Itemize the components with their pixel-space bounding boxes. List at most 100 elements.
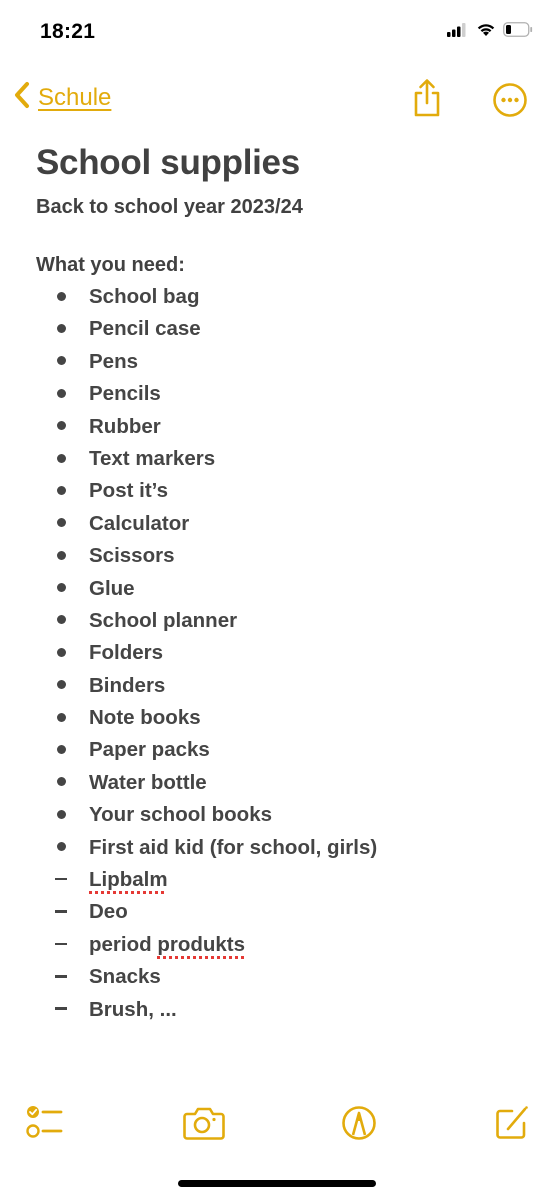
status-time: 18:21 <box>40 20 96 43</box>
list-item-text: Binders <box>89 673 166 697</box>
status-bar: 18:21 <box>0 0 555 66</box>
ellipsis-circle-icon <box>492 83 528 122</box>
bullet-marker-icon <box>54 411 68 443</box>
list-item-text: Snacks <box>89 965 161 989</box>
cellular-signal-icon <box>447 22 469 42</box>
list-item-text: period produkts <box>89 932 246 956</box>
list-item[interactable]: Water bottle <box>36 767 536 799</box>
bullet-marker-icon <box>54 443 68 475</box>
list-item-text: Post it’s <box>89 479 168 503</box>
list-item-text: School planner <box>89 608 238 632</box>
bullet-marker-icon <box>54 346 68 378</box>
list-item[interactable]: Binders <box>36 670 536 702</box>
list-item[interactable]: Note books <box>36 702 536 734</box>
list-item[interactable]: Deo <box>36 896 536 928</box>
bullet-marker-icon <box>54 540 68 572</box>
list-item[interactable]: Folders <box>36 637 536 669</box>
bullet-marker-icon <box>54 313 68 345</box>
camera-icon <box>182 1107 226 1146</box>
bullet-marker-icon <box>54 832 68 864</box>
note-subtitle: Back to school year 2023/24 <box>36 196 303 218</box>
bullet-marker-icon <box>54 734 68 766</box>
list-item[interactable]: Post it’s <box>36 475 536 507</box>
list-item[interactable]: Pencils <box>36 378 536 410</box>
list-item-text: Scissors <box>89 544 175 568</box>
bullet-marker-icon <box>54 702 68 734</box>
dash-marker-icon <box>54 994 68 1026</box>
supplies-list: School bag Pencil case Pens Pencils Rubber Te… <box>36 281 536 1026</box>
list-item-text: Glue <box>89 576 135 600</box>
markup-button[interactable] <box>340 1104 378 1147</box>
note-body[interactable]: School supplies Back to school year 2023… <box>36 140 536 1026</box>
list-item-text: Pencil case <box>89 317 201 341</box>
list-item-text: First aid kid (for school, girls) <box>89 835 378 859</box>
list-item[interactable]: Paper packs <box>36 734 536 766</box>
wifi-icon <box>476 22 496 42</box>
list-item[interactable]: period produkts <box>36 929 536 961</box>
list-item-text: Deo <box>89 900 128 924</box>
list-item[interactable]: School planner <box>36 605 536 637</box>
nav-bar: Schule <box>0 70 555 126</box>
list-item[interactable]: Scissors <box>36 540 536 572</box>
checklist-icon <box>24 1106 66 1146</box>
list-item[interactable]: School bag <box>36 281 536 313</box>
list-item[interactable]: Pencil case <box>36 313 536 345</box>
dash-marker-icon <box>54 896 68 928</box>
note-title: School supplies <box>36 143 300 182</box>
bullet-marker-icon <box>54 670 68 702</box>
list-item[interactable]: First aid kid (for school, girls) <box>36 832 536 864</box>
back-label: Schule <box>38 83 112 111</box>
list-item-text: Pencils <box>89 382 161 406</box>
share-icon <box>410 79 444 122</box>
compose-icon <box>494 1106 530 1146</box>
list-item[interactable]: Your school books <box>36 799 536 831</box>
list-item-text: Calculator <box>89 511 190 535</box>
bullet-marker-icon <box>54 573 68 605</box>
bullet-marker-icon <box>54 378 68 410</box>
list-item-text: Brush, ... <box>89 997 177 1021</box>
home-indicator[interactable] <box>178 1180 376 1187</box>
list-item-text: Rubber <box>89 414 161 438</box>
list-item-text: Lipbalm <box>89 868 168 891</box>
list-item-text: Folders <box>89 641 164 665</box>
chevron-left-icon <box>12 80 32 115</box>
bottom-toolbar <box>0 1100 555 1150</box>
list-item-text: Note books <box>89 706 201 730</box>
section-heading: What you need: <box>36 254 185 276</box>
list-item[interactable]: Pens <box>36 346 536 378</box>
list-item[interactable]: Snacks <box>36 961 536 993</box>
list-item[interactable]: Rubber <box>36 411 536 443</box>
markup-pen-icon <box>340 1106 378 1146</box>
misspelled-word[interactable]: produkts <box>157 933 245 956</box>
bullet-marker-icon <box>54 281 68 313</box>
list-item-text: Water bottle <box>89 770 207 794</box>
misspelled-word[interactable]: Lipbalm <box>89 868 168 891</box>
list-item-text: Paper packs <box>89 738 210 762</box>
battery-low-icon <box>503 22 533 42</box>
list-item-text: Your school books <box>89 803 272 827</box>
compose-button[interactable] <box>494 1104 530 1147</box>
bullet-marker-icon <box>54 799 68 831</box>
list-item[interactable]: Lipbalm <box>36 864 536 896</box>
bullet-marker-icon <box>54 637 68 669</box>
list-item-text: Pens <box>89 349 138 373</box>
camera-button[interactable] <box>182 1104 226 1147</box>
share-button[interactable] <box>410 78 444 123</box>
list-item[interactable]: Calculator <box>36 508 536 540</box>
bullet-marker-icon <box>54 605 68 637</box>
bullet-marker-icon <box>54 508 68 540</box>
list-item[interactable]: Brush, ... <box>36 994 536 1026</box>
dash-marker-icon <box>54 864 68 896</box>
list-item-text: Text markers <box>89 446 216 470</box>
dash-marker-icon <box>54 929 68 961</box>
list-item[interactable]: Glue <box>36 573 536 605</box>
bullet-marker-icon <box>54 475 68 507</box>
status-icons <box>447 22 533 42</box>
list-item[interactable]: Text markers <box>36 443 536 475</box>
more-button[interactable] <box>492 82 528 123</box>
back-button[interactable]: Schule <box>12 80 111 115</box>
bullet-marker-icon <box>54 767 68 799</box>
dash-marker-icon <box>54 961 68 993</box>
list-item-text: School bag <box>89 285 200 308</box>
checklist-button[interactable] <box>24 1104 66 1147</box>
